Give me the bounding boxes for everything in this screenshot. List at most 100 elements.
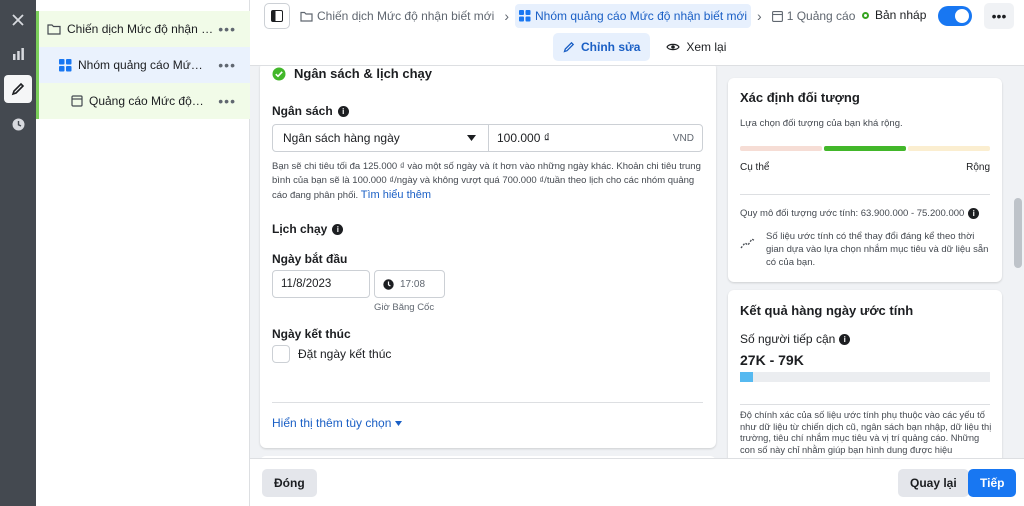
show-more-options-link[interactable]: Hiển thị thêm tùy chọn [272,416,403,430]
footer-bar: Đóng Quay lại Tiếp [250,458,1024,506]
close-icon[interactable] [4,6,32,34]
info-icon[interactable]: i [332,223,344,235]
next-button[interactable]: Tiếp [968,469,1017,497]
top-bar: Chiến dịch Mức độ nhận biết mới › Nhóm q… [250,0,1024,66]
reach-bar-fill [740,372,753,382]
tree-item-ad[interactable]: Quảng cáo Mức độ nh... ••• [36,83,250,119]
reach-label: Số người tiếp cận i [740,332,851,346]
budget-label: Ngân sách i [272,104,349,118]
tree-item-label: Nhóm quảng cáo Mức đ... [78,58,208,72]
publish-toggle[interactable] [938,6,972,26]
reach-value: 27K - 79K [740,352,804,368]
status-badge: Bản nháp [862,8,926,22]
caret-down-icon [467,135,476,141]
divider [272,402,703,403]
clock-icon[interactable] [4,110,32,138]
end-date-checkbox[interactable] [272,345,290,363]
schedule-label: Lịch chạy i [272,222,344,236]
breadcrumb-ad[interactable]: 1 Quảng cáo [768,4,860,28]
check-circle-icon [272,67,286,80]
tree-item-campaign[interactable]: Chiến dịch Mức độ nhận bi... ••• [36,11,250,47]
budget-control: Ngân sách hàng ngày 100.000 ₫ VND [272,124,703,152]
breadcrumb-campaign[interactable]: Chiến dịch Mức độ nhận biết mới [296,4,498,28]
budget-label-text: Ngân sách [272,104,333,118]
audience-gauge [740,146,990,151]
campaign-tree: Chiến dịch Mức độ nhận bi... ••• Nhóm qu… [36,0,250,506]
gauge-specific-segment [740,146,822,151]
schedule-label-text: Lịch chạy [272,222,328,236]
close-button[interactable]: Đóng [262,469,317,497]
breadcrumb-ad-label: 1 Quảng cáo [786,9,856,23]
divider [740,194,990,195]
show-more-options-label: Hiển thị thêm tùy chọn [272,416,392,430]
start-time-input[interactable]: 17:08 [374,270,445,298]
folder-icon [300,11,313,22]
tab-review-label: Xem lại [686,40,727,54]
status-dot-icon [862,11,869,19]
gauge-broad-segment [908,146,990,151]
tab-edit-label: Chỉnh sửa [581,40,641,54]
breadcrumb-adset[interactable]: Nhóm quảng cáo Mức độ nhận biết mới [515,4,752,28]
grid-icon [59,58,72,71]
budget-amount-value: 100.000 ₫ [497,131,550,145]
learn-more-link[interactable]: Tìm hiểu thêm [361,189,431,201]
trend-line-icon [740,238,756,249]
results-title: Kết quả hàng ngày ước tính [740,303,914,318]
left-rail [0,0,36,506]
scrollbar[interactable] [1012,66,1024,458]
results-card: Kết quả hàng ngày ước tính Số người tiếp… [728,290,1002,458]
audience-card: Xác định đối tượng Lựa chọn đối tượng củ… [728,78,1002,282]
end-date-checkbox-label: Đặt ngày kết thúc [298,347,392,361]
info-icon[interactable]: i [337,105,349,117]
audience-title: Xác định đối tượng [740,90,860,105]
reach-bar [740,372,990,382]
section-title: Ngân sách & lịch chạy [272,66,432,81]
back-button[interactable]: Quay lại [898,469,969,497]
audience-size: Quy mô đối tượng ước tính: 63.900.000 - … [740,208,980,219]
scrollbar-thumb[interactable] [1014,198,1022,268]
tree-item-adset[interactable]: Nhóm quảng cáo Mức đ... ••• [36,47,250,83]
ad-page-icon [71,95,83,107]
end-date-label: Ngày kết thúc [272,327,351,341]
chart-icon[interactable] [4,40,32,68]
budget-schedule-card: Ngân sách & lịch chạy Ngân sách i Ngân s… [260,66,716,448]
tree-item-label: Chiến dịch Mức độ nhận bi... [67,22,215,36]
more-options-button[interactable]: ••• [218,47,236,83]
currency-label: VND [672,132,694,144]
start-date-label: Ngày bắt đầu [272,252,348,266]
results-note: Độ chính xác của số liệu ước tính phụ th… [740,410,992,455]
status-label: Bản nháp [875,8,927,22]
audience-subtitle: Lựa chọn đối tượng của bạn khá rộng. [740,118,903,129]
tab-review[interactable]: Xem lại [656,33,736,61]
start-time-value: 17:08 [400,278,426,290]
clock-icon [383,278,394,290]
toggle-panel-button[interactable] [264,3,290,29]
chevron-right-icon: › [757,8,762,24]
budget-type-select[interactable]: Ngân sách hàng ngày [273,125,489,151]
timezone-label: Giờ Băng Cốc [374,302,435,313]
caret-down-icon [395,420,403,426]
info-icon[interactable]: i [968,208,980,219]
budget-amount-input[interactable]: 100.000 ₫ VND [489,125,702,151]
info-icon[interactable]: i [839,333,851,345]
start-date-input[interactable]: 11/8/2023 [272,270,370,298]
budget-description: Bạn sẽ chi tiêu tối đa 125.000 ₫ vào một… [272,160,704,203]
chevron-right-icon: › [504,8,509,24]
gauge-right-label: Rộng [966,162,990,173]
breadcrumb: Chiến dịch Mức độ nhận biết mới › Nhóm q… [264,3,860,29]
reach-label-text: Số người tiếp cận [740,332,836,346]
audience-size-text: Quy mô đối tượng ước tính: 63.900.000 - … [740,208,965,219]
tree-item-label: Quảng cáo Mức độ nh... [89,94,205,108]
tab-edit[interactable]: Chỉnh sửa [553,33,651,61]
more-options-button[interactable]: ••• [218,83,236,119]
grid-icon [519,10,531,22]
more-options-button[interactable]: ••• [218,11,236,47]
budget-type-value: Ngân sách hàng ngày [283,131,400,145]
main-content: Ngân sách & lịch chạy Ngân sách i Ngân s… [250,66,720,458]
edit-pencil-icon[interactable] [4,75,32,103]
more-actions-button[interactable]: ••• [984,3,1014,29]
ad-page-icon [771,10,783,22]
pencil-icon [563,41,575,53]
breadcrumb-adset-label: Nhóm quảng cáo Mức độ nhận biết mới [535,9,748,23]
divider [740,404,990,405]
